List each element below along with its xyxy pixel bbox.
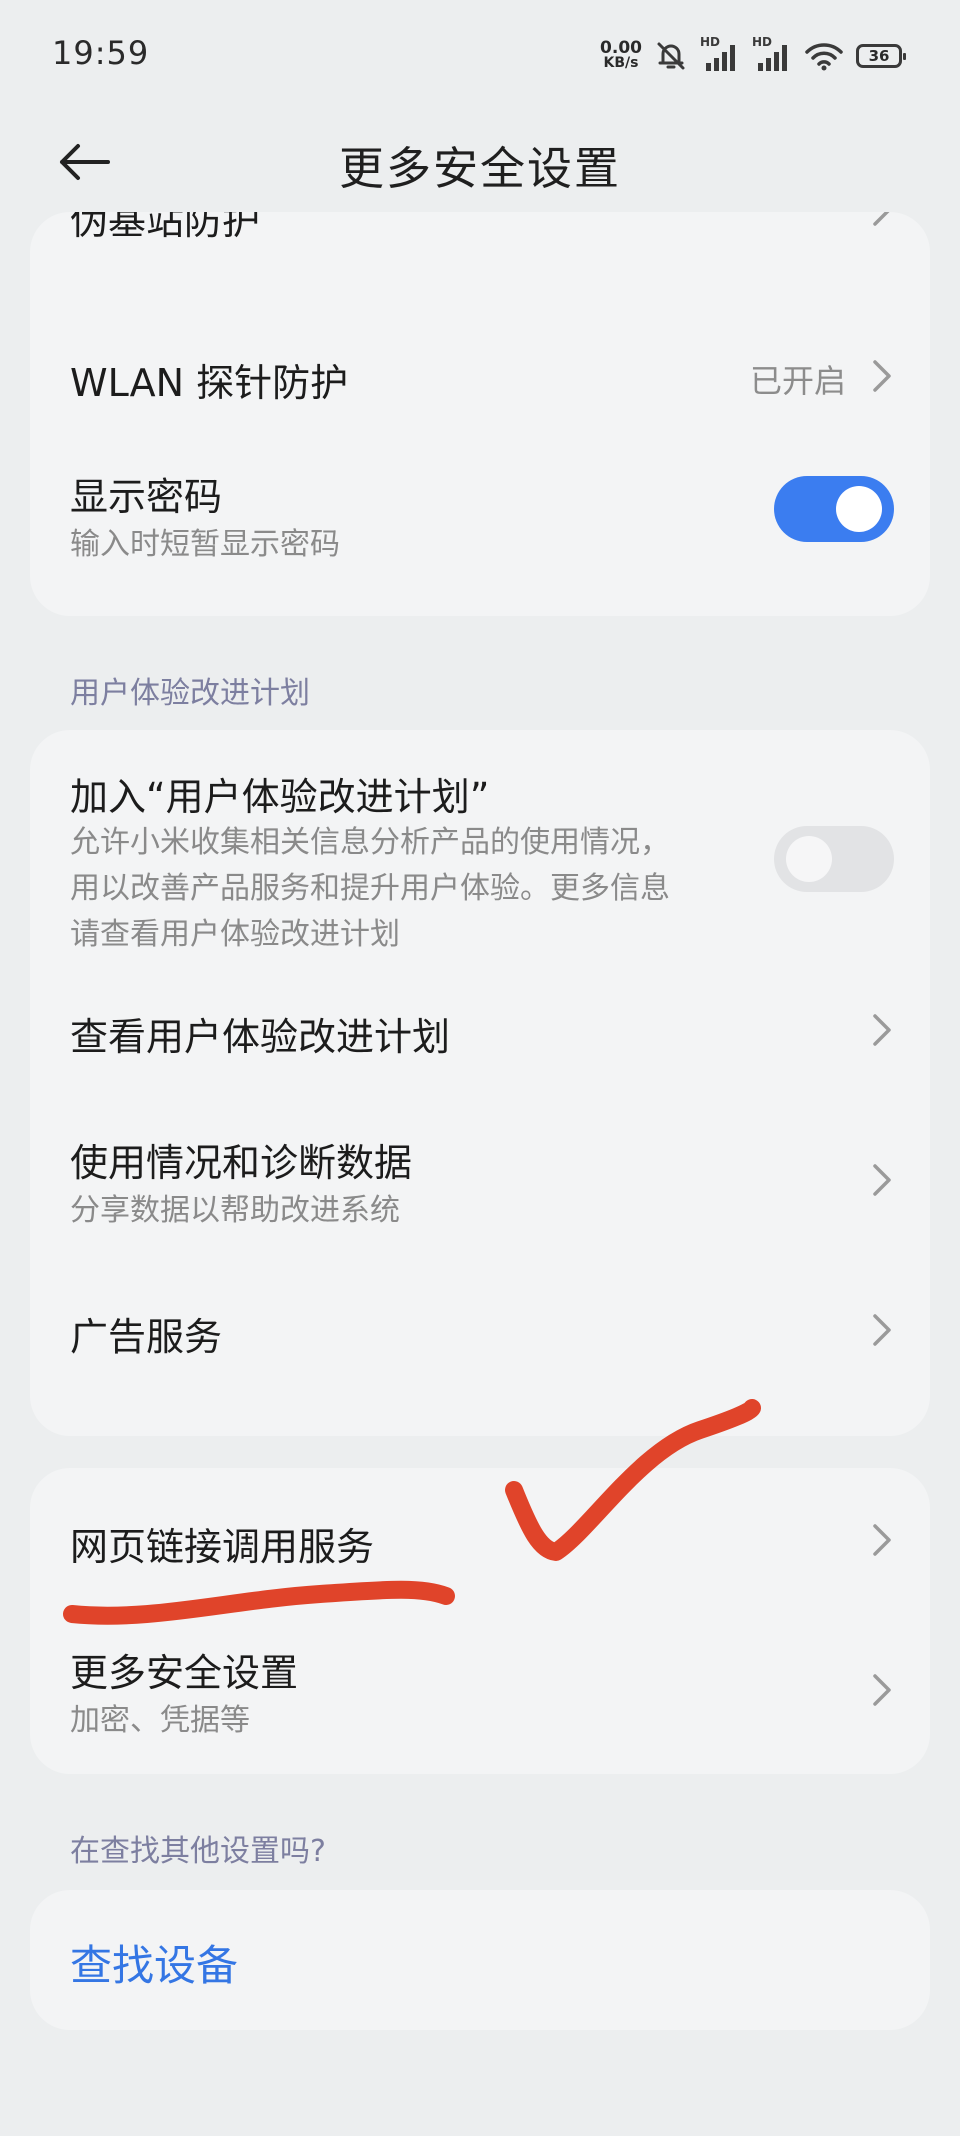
chevron-right-icon <box>873 1014 891 1046</box>
ux-plan-card: 加入“用户体验改进计划” 允许小米收集相关信息分析产品的使用情况， 用以改善产品… <box>30 730 930 1436</box>
top-app-bar: 更多安全设置 <box>0 112 960 212</box>
row-title: 使用情况和诊断数据 <box>70 1141 413 1185</box>
join-ux-plan-row[interactable]: 加入“用户体验改进计划” 允许小米收集相关信息分析产品的使用情况， 用以改善产品… <box>30 730 930 966</box>
status-time: 19:59 <box>52 34 150 72</box>
row-title: 广告服务 <box>70 1315 223 1359</box>
section-header-ux-plan: 用户体验改进计划 <box>70 676 310 711</box>
row-subtitle: 加密、凭据等 <box>70 1703 250 1738</box>
toggle-knob <box>836 486 882 532</box>
wlan-probe-protection-row[interactable]: WLAN 探针防护 已开启 <box>30 314 930 444</box>
security-settings-card: 伪基站防护 WLAN 探针防护 已开启 显示密码 输入时短暂显示密码 <box>30 212 930 616</box>
toggle-knob <box>786 836 832 882</box>
chevron-right-icon <box>873 212 890 226</box>
web-link-invocation-row[interactable]: 网页链接调用服务 <box>30 1468 930 1606</box>
battery-level: 36 <box>868 47 890 65</box>
row-subtitle: 输入时短暂显示密码 <box>70 527 340 562</box>
network-speed: 0.00 KB/s <box>600 38 642 71</box>
find-device-card: 查找设备 <box>30 1890 930 2030</box>
status-bar: 19:59 0.00 KB/s HD HD 36 <box>0 0 960 112</box>
row-title: 查看用户体验改进计划 <box>70 1015 451 1059</box>
battery-icon: 36 <box>856 44 906 68</box>
show-password-toggle[interactable] <box>774 476 894 542</box>
page-title: 更多安全设置 <box>338 142 621 195</box>
wifi-icon <box>805 43 843 71</box>
more-services-card: 网页链接调用服务 更多安全设置 加密、凭据等 <box>30 1468 930 1774</box>
row-subtitle-line-3: 请查看用户体验改进计划 <box>70 917 400 952</box>
row-title: 显示密码 <box>70 475 223 519</box>
view-ux-plan-row[interactable]: 查看用户体验改进计划 <box>30 966 930 1094</box>
signal-strength-1: HD <box>700 35 740 73</box>
chevron-right-icon <box>873 1524 891 1556</box>
status-icons: 0.00 KB/s HD HD 36 <box>600 35 906 76</box>
more-security-settings-row[interactable]: 更多安全设置 加密、凭据等 <box>30 1606 930 1774</box>
signal-icon <box>706 45 735 71</box>
join-ux-plan-toggle[interactable] <box>774 826 894 892</box>
signal-strength-2: HD <box>752 35 792 73</box>
chevron-right-icon <box>873 1164 891 1196</box>
chevron-right-icon <box>873 1674 891 1706</box>
chevron-right-icon <box>873 360 891 392</box>
find-device-link[interactable]: 查找设备 <box>70 1932 238 1993</box>
signal-icon <box>758 45 787 71</box>
row-title: WLAN 探针防护 <box>70 361 349 405</box>
row-title: 伪基站防护 <box>70 212 261 243</box>
row-title: 网页链接调用服务 <box>70 1525 375 1569</box>
row-subtitle-line-2: 用以改善产品服务和提升用户体验。更多信息 <box>70 871 670 906</box>
network-speed-unit: KB/s <box>603 55 639 71</box>
row-title: 加入“用户体验改进计划” <box>70 775 490 819</box>
fake-base-station-row[interactable]: 伪基站防护 <box>30 212 930 252</box>
row-title: 更多安全设置 <box>70 1651 299 1695</box>
section-header-search-other: 在查找其他设置吗? <box>70 1834 326 1869</box>
chevron-right-icon <box>873 1314 891 1346</box>
show-password-row[interactable]: 显示密码 输入时短暂显示密码 <box>30 444 930 616</box>
row-subtitle-line-1: 允许小米收集相关信息分析产品的使用情况， <box>70 825 670 860</box>
mute-bell-icon <box>657 42 685 70</box>
status-value: 已开启 <box>749 362 846 400</box>
network-speed-value: 0.00 <box>600 38 642 58</box>
usage-diagnostics-row[interactable]: 使用情况和诊断数据 分享数据以帮助改进系统 <box>30 1094 930 1266</box>
row-subtitle: 分享数据以帮助改进系统 <box>70 1193 400 1228</box>
ad-services-row[interactable]: 广告服务 <box>30 1266 930 1436</box>
